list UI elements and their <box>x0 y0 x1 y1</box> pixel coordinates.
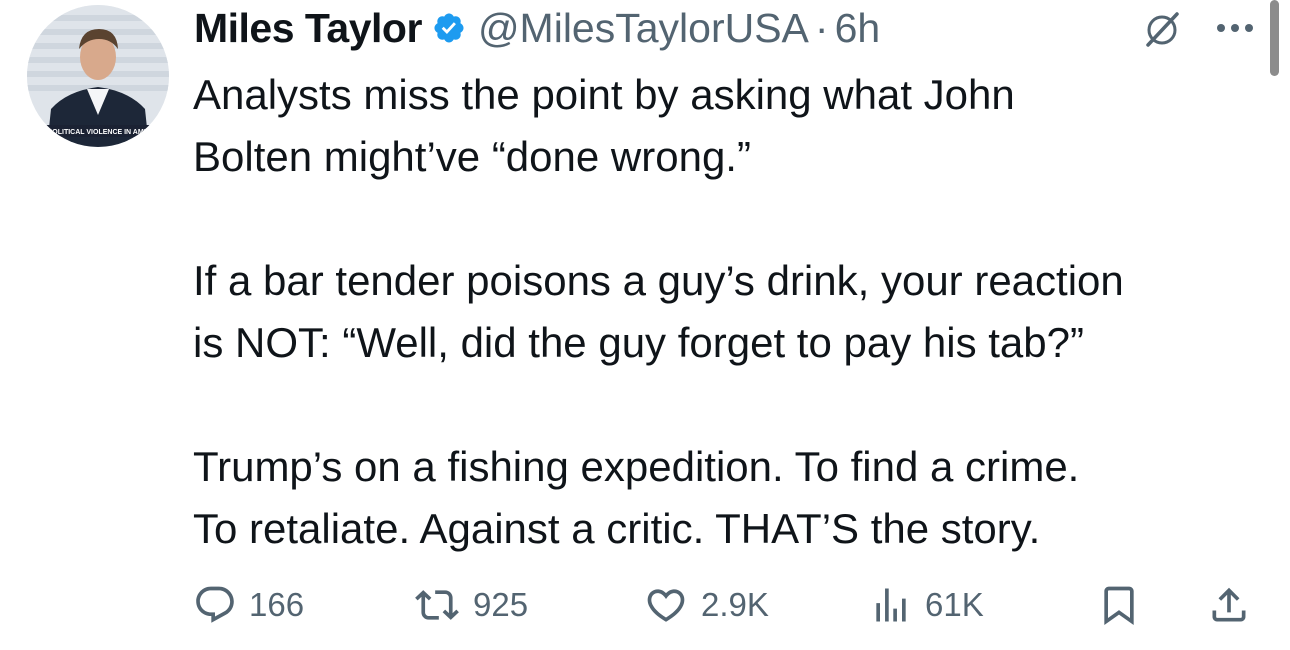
author-handle[interactable]: @MilesTaylorUSA <box>478 5 809 52</box>
tweet-action-bar: 166 925 2.9K 61K <box>193 578 1263 632</box>
avatar-caption: POLITICAL VIOLENCE IN AME <box>48 129 149 136</box>
repost-count: 925 <box>473 586 529 623</box>
author-name[interactable]: Miles Taylor <box>194 5 422 52</box>
tweet-time[interactable]: 6h <box>835 5 881 52</box>
repost-button[interactable]: 925 <box>413 578 528 632</box>
views-icon <box>869 583 913 627</box>
more-options-icon[interactable] <box>1213 8 1257 48</box>
tweet-header: Miles Taylor @MilesTaylorUSA · 6h <box>194 0 880 56</box>
reply-count: 166 <box>249 586 305 623</box>
views-button[interactable]: 61K <box>869 578 984 632</box>
tweet-text: Analysts miss the point by asking what J… <box>193 64 1273 622</box>
like-count: 2.9K <box>701 586 769 623</box>
separator-dot: · <box>814 4 829 51</box>
repost-icon <box>413 583 461 627</box>
reply-icon <box>193 583 237 627</box>
like-button[interactable]: 2.9K <box>643 578 769 632</box>
tweet-paragraph: Trump’s on a fishing expedition. To find… <box>193 443 1080 552</box>
share-button[interactable] <box>1207 578 1251 632</box>
bookmark-button[interactable] <box>1097 578 1141 632</box>
reply-button[interactable]: 166 <box>193 578 304 632</box>
grok-icon[interactable] <box>1141 9 1183 51</box>
share-icon <box>1207 582 1251 628</box>
tweet-paragraph: If a bar tender poisons a guy’s drink, y… <box>193 257 1124 366</box>
views-count: 61K <box>925 586 984 623</box>
avatar-image: POLITICAL VIOLENCE IN AME <box>27 5 169 147</box>
tweet-paragraph: Analysts miss the point by asking what J… <box>193 71 1015 180</box>
heart-icon <box>643 583 689 627</box>
bookmark-icon <box>1097 582 1141 628</box>
verified-badge-icon[interactable] <box>432 11 466 45</box>
avatar[interactable]: POLITICAL VIOLENCE IN AME <box>27 5 169 147</box>
